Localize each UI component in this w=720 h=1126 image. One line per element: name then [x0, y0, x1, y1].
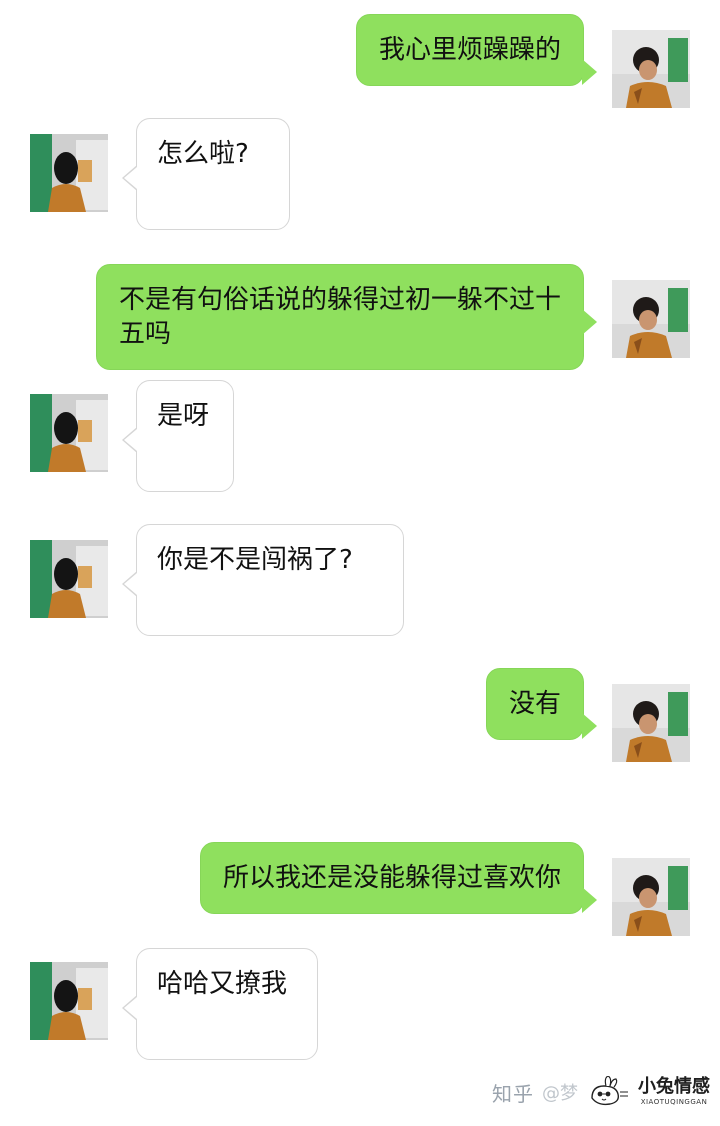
bubble-tail: [582, 887, 597, 913]
avatar-contact-image: [30, 962, 108, 1040]
message-text: 没有: [508, 689, 561, 719]
avatar-self-image: [612, 684, 690, 762]
bubble-tail: [122, 165, 137, 191]
bubble-tail: [122, 571, 137, 597]
brand-pinyin: XIAOTUQINGGAN: [640, 1098, 708, 1106]
message-text: 不是有句俗话说的躲得过初一躲不过十五吗: [119, 285, 562, 349]
avatar-self-image: [612, 858, 690, 936]
message-bubble-received[interactable]: 哈哈又撩我: [122, 948, 318, 1060]
watermark: 知乎 @梦 小兔情感 XIAOTUQINGGAN: [492, 1072, 710, 1112]
avatar-self[interactable]: [612, 30, 690, 108]
brand-logo: 小兔情感 XIAOTUQINGGAN: [638, 1078, 710, 1106]
bubble-tail: [582, 309, 597, 335]
message-text: 你是不是闯祸了?: [157, 545, 353, 575]
avatar-contact[interactable]: [30, 962, 108, 1040]
message-bubble-sent[interactable]: 我心里烦躁躁的: [355, 14, 597, 86]
bubble-tail: [582, 59, 597, 85]
message-bubble-received[interactable]: 是呀: [122, 380, 234, 492]
avatar-contact[interactable]: [30, 394, 108, 472]
avatar-self-image: [612, 30, 690, 108]
avatar-self[interactable]: [612, 280, 690, 358]
message-text: 我心里烦躁躁的: [378, 35, 561, 65]
message-text: 怎么啦?: [157, 139, 249, 169]
zhihu-watermark: 知乎: [492, 1081, 534, 1106]
message-bubble-received[interactable]: 你是不是闯祸了?: [122, 524, 404, 636]
message-text: 哈哈又撩我: [157, 969, 288, 999]
message-bubble-received[interactable]: 怎么啦?: [122, 118, 290, 230]
bubble-tail: [122, 995, 137, 1021]
avatar-self[interactable]: [612, 858, 690, 936]
message-bubble-sent[interactable]: 不是有句俗话说的躲得过初一躲不过十五吗: [96, 264, 597, 370]
rabbit-logo-icon: [586, 1076, 630, 1108]
message-text: 所以我还是没能躲得过喜欢你: [222, 863, 561, 893]
avatar-self[interactable]: [612, 684, 690, 762]
avatar-contact-image: [30, 540, 108, 618]
bubble-tail: [582, 713, 597, 739]
avatar-contact[interactable]: [30, 134, 108, 212]
bubble-tail: [122, 427, 137, 453]
message-bubble-sent[interactable]: 所以我还是没能躲得过喜欢你: [199, 842, 597, 914]
avatar-contact-image: [30, 134, 108, 212]
author-handle: @梦: [542, 1083, 578, 1104]
avatar-self-image: [612, 280, 690, 358]
avatar-contact[interactable]: [30, 540, 108, 618]
message-bubble-sent[interactable]: 没有: [485, 668, 597, 740]
avatar-contact-image: [30, 394, 108, 472]
message-text: 是呀: [157, 401, 210, 431]
brand-name: 小兔情感: [638, 1076, 710, 1097]
